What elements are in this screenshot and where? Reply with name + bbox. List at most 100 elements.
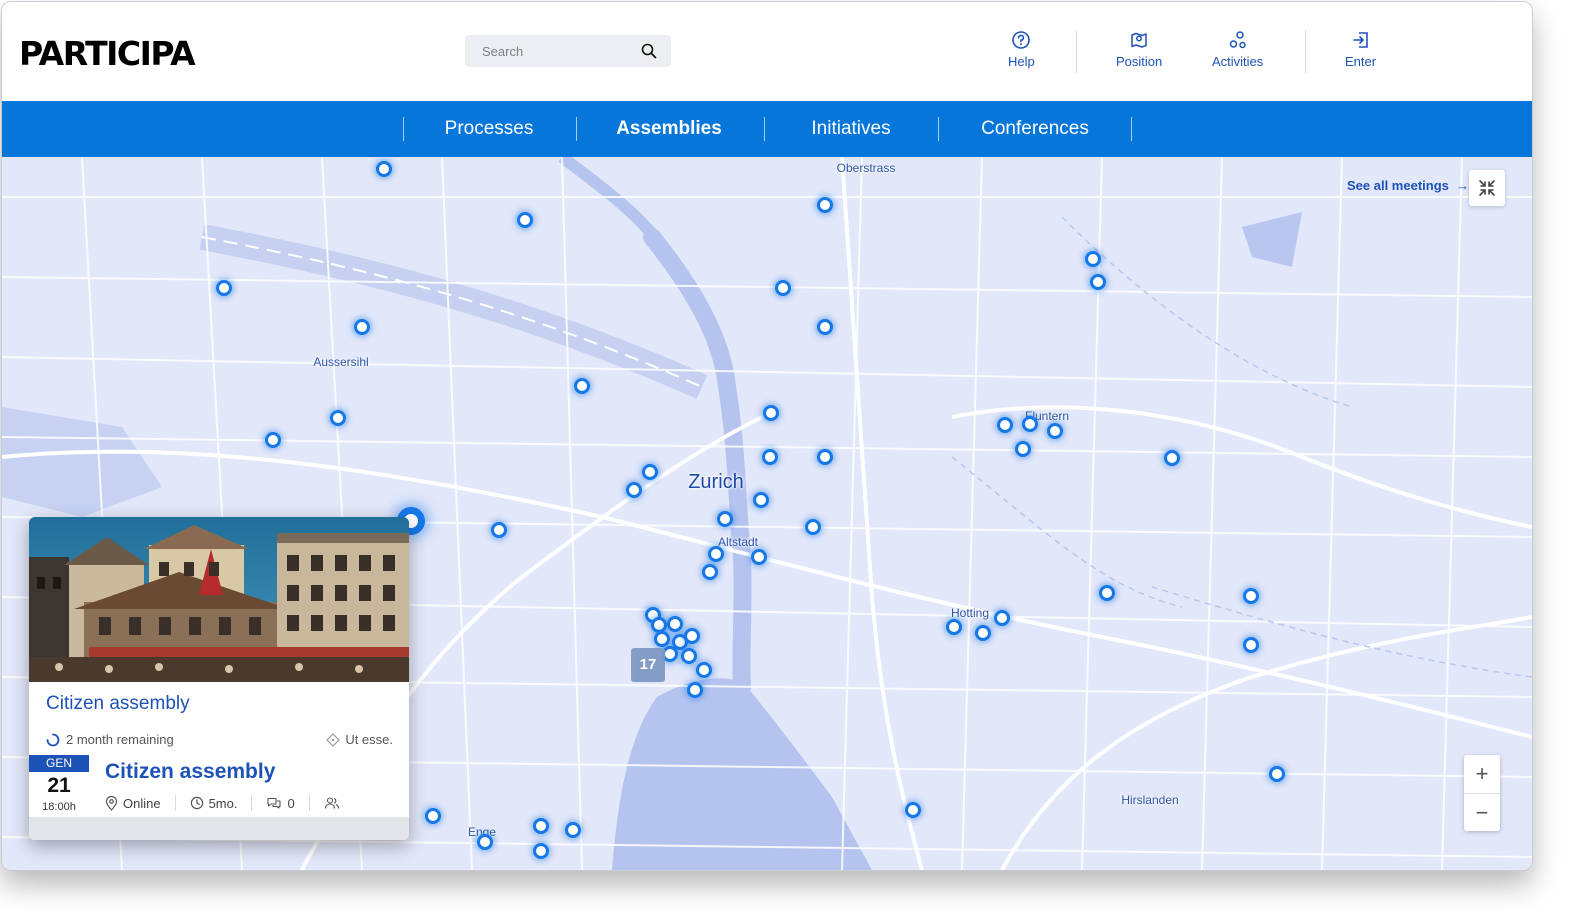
- tab-initiatives[interactable]: Initiatives: [811, 101, 890, 157]
- meeting-pin[interactable]: [684, 628, 700, 644]
- meeting-pin[interactable]: [574, 378, 590, 394]
- nav-divider: [403, 117, 404, 141]
- card-footer: [29, 817, 409, 840]
- meta-divider: [251, 795, 253, 811]
- meeting-pin[interactable]: [491, 522, 507, 538]
- tab-assemblies[interactable]: Assemblies: [616, 101, 722, 157]
- meeting-pin[interactable]: [762, 449, 778, 465]
- meeting-pin[interactable]: [994, 610, 1010, 626]
- meeting-location: Online: [105, 795, 161, 811]
- meeting-pin[interactable]: [642, 464, 658, 480]
- tag-icon: [326, 732, 341, 747]
- pin-cluster[interactable]: 17: [631, 648, 665, 682]
- tab-processes[interactable]: Processes: [445, 101, 534, 157]
- activities-icon: [1229, 31, 1246, 49]
- map-pin-icon: [1131, 32, 1147, 48]
- meeting-pin[interactable]: [753, 492, 769, 508]
- meeting-pin[interactable]: [702, 564, 718, 580]
- meeting-pin[interactable]: [1243, 588, 1259, 604]
- meeting-pin[interactable]: [687, 682, 703, 698]
- tab-conferences[interactable]: Conferences: [981, 101, 1089, 157]
- meeting-pin[interactable]: [1269, 766, 1285, 782]
- meeting-pin[interactable]: [626, 482, 642, 498]
- map-label-aussersihl: Aussersihl: [313, 355, 369, 369]
- meeting-pin[interactable]: [1099, 585, 1115, 601]
- search-icon[interactable]: [641, 43, 657, 59]
- meeting-pin[interactable]: [817, 449, 833, 465]
- logo[interactable]: PARTICIPA: [19, 35, 196, 73]
- nav-divider: [764, 117, 765, 141]
- meeting-pin[interactable]: [533, 818, 549, 834]
- map-label-hirslanden: Hirslanden: [1121, 793, 1179, 807]
- see-all-meetings-link[interactable]: See all meetings →: [1347, 178, 1469, 193]
- meeting-pin[interactable]: [817, 197, 833, 213]
- meeting-pin[interactable]: [654, 631, 670, 647]
- meeting-pin[interactable]: [805, 519, 821, 535]
- login-icon: [1352, 32, 1368, 48]
- meeting-pin[interactable]: [946, 619, 962, 635]
- meeting-pin[interactable]: [1022, 416, 1038, 432]
- progress-icon: [46, 733, 60, 746]
- meeting-pin[interactable]: [905, 802, 921, 818]
- zoom-in-button[interactable]: +: [1464, 755, 1500, 794]
- map-label-oberstrass: Oberstrass: [836, 161, 896, 175]
- search-box[interactable]: [465, 35, 671, 67]
- help-button[interactable]: Help: [1008, 30, 1035, 69]
- meeting-pin[interactable]: [533, 843, 549, 859]
- meeting-pin[interactable]: [1047, 423, 1063, 439]
- zoom-out-button[interactable]: −: [1464, 794, 1500, 832]
- meeting-pin[interactable]: [477, 834, 493, 850]
- clock-icon: [190, 796, 203, 810]
- remaining-time: 2 month remaining: [46, 732, 174, 747]
- meeting-comments: 0: [266, 795, 295, 811]
- date-day: 21: [47, 774, 71, 797]
- map-label-zurich: Zurich: [688, 471, 744, 493]
- header-divider: [1305, 30, 1306, 73]
- meeting-pin[interactable]: [997, 417, 1013, 433]
- meeting-pin[interactable]: [376, 161, 392, 177]
- meeting-pin[interactable]: [216, 280, 232, 296]
- meeting-pin[interactable]: [517, 212, 533, 228]
- meeting-pin[interactable]: [1015, 441, 1031, 457]
- meta-divider: [174, 795, 176, 811]
- meeting-pin[interactable]: [708, 546, 724, 562]
- meeting-pin[interactable]: [354, 319, 370, 335]
- assembly-title[interactable]: Citizen assembly: [46, 693, 190, 715]
- fullscreen-button[interactable]: [1469, 170, 1505, 206]
- comments-count: 0: [287, 795, 295, 811]
- header-divider: [1076, 30, 1077, 73]
- meeting-pin[interactable]: [763, 405, 779, 421]
- position-button[interactable]: Position: [1116, 30, 1162, 69]
- see-all-label: See all meetings: [1347, 178, 1449, 193]
- assembly-tag[interactable]: Ut esse.: [326, 732, 393, 747]
- collapse-icon: [1479, 180, 1495, 196]
- meeting-pin[interactable]: [565, 822, 581, 838]
- search-input[interactable]: [480, 42, 644, 60]
- meeting-pin[interactable]: [1085, 251, 1101, 267]
- meeting-pin[interactable]: [817, 319, 833, 335]
- meeting-title[interactable]: Citizen assembly: [105, 760, 275, 784]
- map-label-hottingen: Hotting: [950, 606, 990, 620]
- assembly-card[interactable]: Citizen assembly 2 month remaining Ut es…: [29, 517, 409, 840]
- tag-label: Ut esse.: [345, 732, 393, 747]
- activities-button[interactable]: Activities: [1212, 30, 1263, 69]
- meeting-pin[interactable]: [1164, 450, 1180, 466]
- meeting-pin[interactable]: [681, 648, 697, 664]
- meeting-pin[interactable]: [265, 432, 281, 448]
- meeting-pin[interactable]: [975, 625, 991, 641]
- activities-label: Activities: [1212, 54, 1264, 69]
- meeting-pin[interactable]: [717, 511, 733, 527]
- meeting-pin[interactable]: [696, 662, 712, 678]
- assembly-photo: [29, 517, 409, 682]
- meeting-pin[interactable]: [330, 410, 346, 426]
- enter-button[interactable]: Enter: [1345, 30, 1376, 69]
- position-label: Position: [1116, 54, 1163, 69]
- meta-divider: [308, 795, 310, 811]
- meeting-pin[interactable]: [751, 549, 767, 565]
- meeting-pin[interactable]: [775, 280, 791, 296]
- meeting-meta: Online 5mo. 0: [105, 794, 345, 812]
- meeting-pin[interactable]: [1090, 274, 1106, 290]
- meeting-pin[interactable]: [425, 808, 441, 824]
- meeting-pin[interactable]: [1243, 637, 1259, 653]
- meeting-pin[interactable]: [667, 616, 683, 632]
